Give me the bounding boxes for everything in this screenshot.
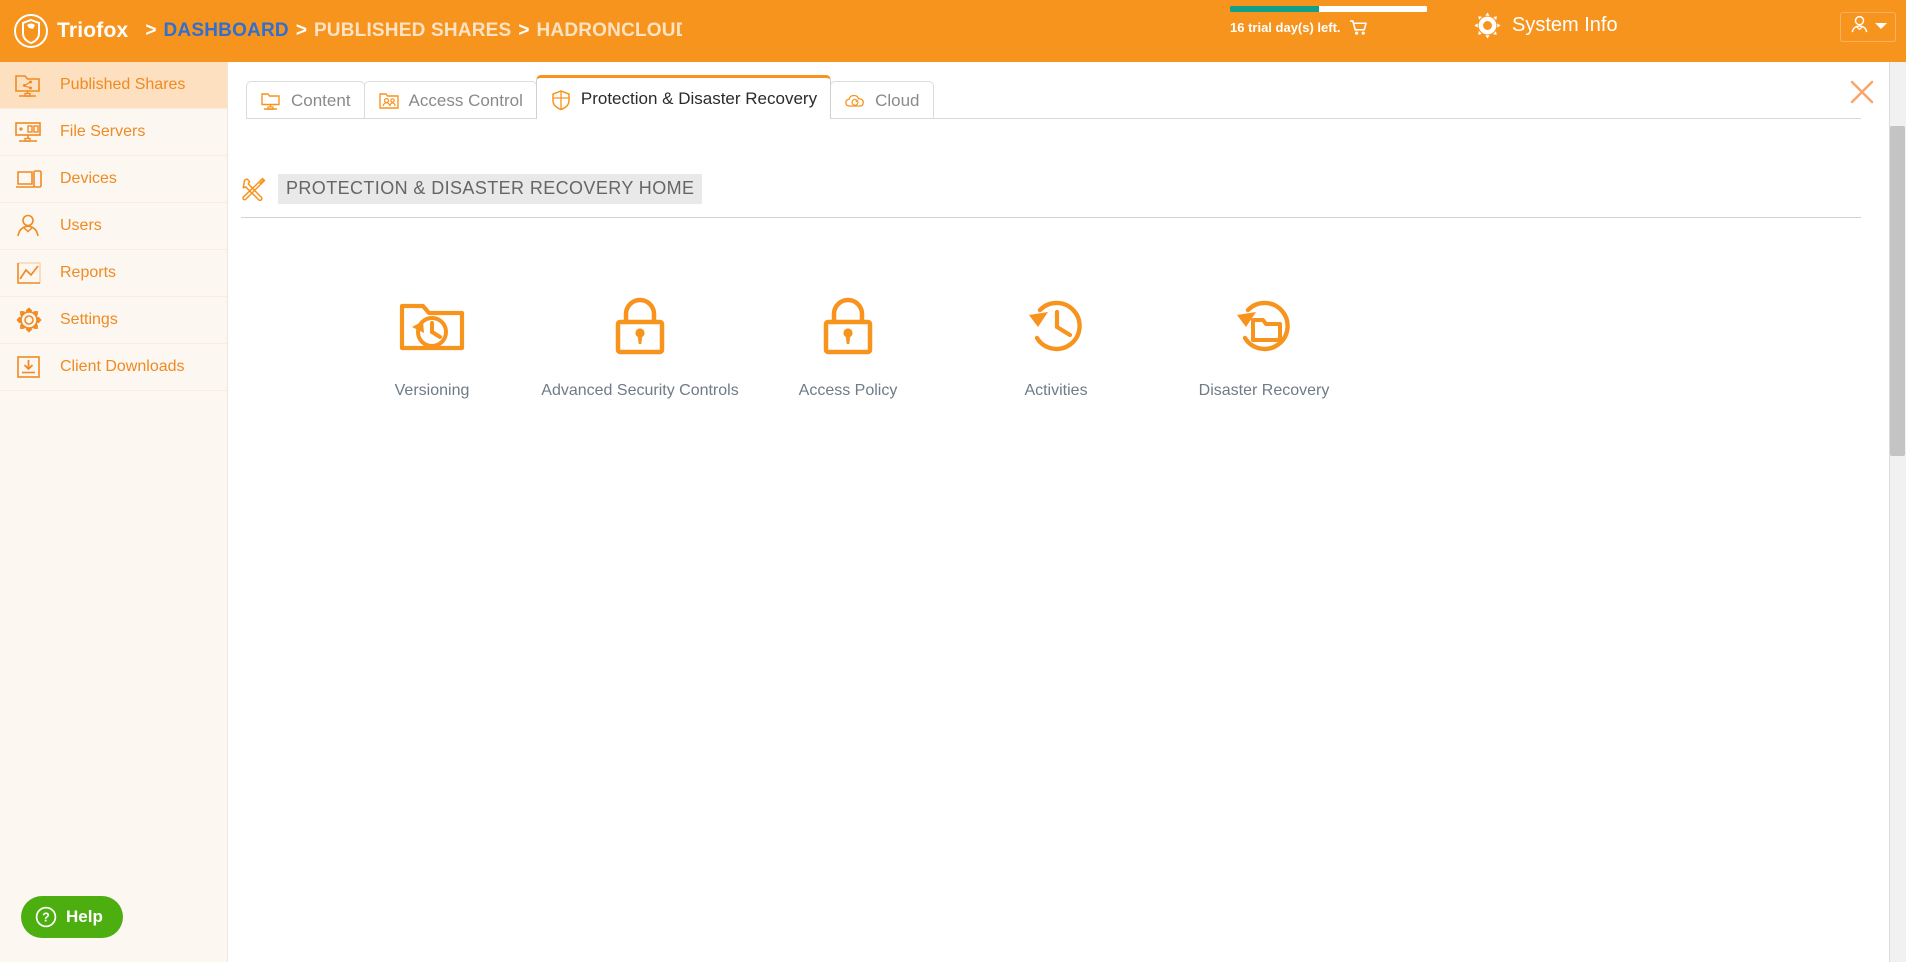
tab-access-control[interactable]: Access Control (363, 81, 537, 119)
folder-restore-icon (1228, 290, 1300, 362)
tab-bar: Content Access Control Protection & Disa… (246, 75, 934, 119)
close-x-icon[interactable] (1848, 78, 1876, 106)
system-info-label: System Info (1512, 14, 1618, 36)
sidebar-item-label: Devices (60, 170, 117, 187)
shared-folder-icon (14, 71, 44, 99)
chart-icon (14, 259, 44, 287)
tools-icon (241, 176, 267, 202)
help-button[interactable]: ? Help (21, 896, 123, 938)
page-title: PROTECTION & DISASTER RECOVERY HOME (278, 174, 703, 204)
sidebar-item-label: Client Downloads (60, 358, 185, 375)
sidebar-item-published-shares[interactable]: Published Shares (0, 62, 227, 109)
breadcrumb-item-current-share[interactable]: HADRONCLOUD- (537, 20, 682, 42)
sidebar-item-label: File Servers (60, 123, 146, 140)
sidebar-item-file-servers[interactable]: File Servers (0, 109, 227, 156)
sidebar-item-users[interactable]: Users (0, 203, 227, 250)
top-header-bar: Triofox > DASHBOARD > PUBLISHED SHARES >… (0, 0, 1906, 62)
shield-icon (550, 89, 572, 110)
tile-versioning[interactable]: Versioning (328, 290, 536, 400)
shield-logo-icon (14, 14, 48, 48)
tile-access-policy[interactable]: Access Policy (744, 290, 952, 400)
download-box-icon (14, 353, 44, 381)
tab-label: Content (291, 90, 351, 110)
gear-icon (14, 306, 44, 334)
tab-protection-disaster-recovery[interactable]: Protection & Disaster Recovery (535, 75, 832, 119)
tile-label: Activities (1024, 382, 1088, 399)
devices-icon (14, 165, 44, 193)
padlock-icon (604, 290, 676, 362)
tile-label: Versioning (394, 382, 470, 399)
tile-label: Disaster Recovery (1198, 382, 1330, 399)
tab-label: Protection & Disaster Recovery (580, 88, 818, 108)
sidebar-item-client-downloads[interactable]: Client Downloads (0, 344, 227, 391)
heading-divider (241, 217, 1861, 218)
sidebar-item-label: Published Shares (60, 76, 186, 93)
padlock-icon (812, 290, 884, 362)
chevron-down-icon (1874, 18, 1888, 36)
tile-grid: Versioning Advanced Security Controls Ac… (328, 290, 1368, 400)
folder-history-icon (396, 290, 468, 362)
clock-history-icon (1020, 290, 1092, 362)
tile-label: Advanced Security Controls (541, 382, 739, 399)
breadcrumb-item-published-shares[interactable]: PUBLISHED SHARES (314, 20, 511, 42)
help-button-label: Help (66, 907, 103, 926)
shopping-cart-icon[interactable] (1349, 19, 1368, 36)
breadcrumb-item-dashboard[interactable]: DASHBOARD (164, 20, 289, 42)
vertical-scrollbar-thumb[interactable] (1890, 126, 1905, 456)
user-icon (14, 212, 44, 240)
sidebar-navigation: Published Shares File Servers Devices Us… (0, 62, 228, 962)
trial-progress-fill (1230, 6, 1319, 12)
gear-icon (1473, 11, 1502, 40)
sidebar-item-label: Settings (60, 311, 118, 328)
trial-days-label: 16 trial day(s) left. (1230, 20, 1341, 35)
breadcrumb: > DASHBOARD > PUBLISHED SHARES > HADRONC… (138, 20, 681, 42)
user-menu-button[interactable] (1840, 12, 1896, 42)
tab-content[interactable]: Content (246, 81, 365, 119)
tile-disaster-recovery[interactable]: Disaster Recovery (1160, 290, 1368, 400)
breadcrumb-separator-0: > (145, 20, 157, 41)
content-folder-icon (260, 91, 282, 111)
sidebar-item-devices[interactable]: Devices (0, 156, 227, 203)
question-mark-icon: ? (35, 906, 57, 928)
tab-cloud[interactable]: Cloud (830, 81, 934, 119)
trial-progress-bar (1230, 6, 1427, 12)
sidebar-item-label: Reports (60, 264, 117, 281)
main-content-panel: Content Access Control Protection & Disa… (228, 62, 1889, 962)
vertical-scrollbar-track[interactable] (1889, 62, 1906, 962)
server-icon (14, 118, 44, 146)
access-control-icon (378, 91, 400, 111)
system-info-button[interactable]: System Info (1473, 11, 1618, 40)
breadcrumb-separator-1: > (295, 20, 307, 41)
sidebar-item-label: Users (60, 217, 102, 234)
svg-text:?: ? (42, 911, 50, 925)
breadcrumb-separator-2: > (518, 20, 530, 41)
brand-logo-area[interactable]: Triofox (14, 14, 128, 48)
trial-status: 16 trial day(s) left. (1230, 6, 1430, 36)
sidebar-item-settings[interactable]: Settings (0, 297, 227, 344)
tab-label: Cloud (875, 90, 920, 110)
page-heading: PROTECTION & DISASTER RECOVERY HOME (241, 174, 703, 204)
tile-activities[interactable]: Activities (952, 290, 1160, 400)
tile-advanced-security-controls[interactable]: Advanced Security Controls (536, 290, 744, 400)
sidebar-item-reports[interactable]: Reports (0, 250, 227, 297)
cloud-sync-icon (844, 91, 866, 111)
brand-name: Triofox (57, 19, 129, 42)
tab-bar-underline (246, 118, 1861, 119)
user-avatar-icon (1848, 13, 1871, 41)
tab-label: Access Control (408, 90, 523, 110)
tile-label: Access Policy (798, 382, 898, 399)
